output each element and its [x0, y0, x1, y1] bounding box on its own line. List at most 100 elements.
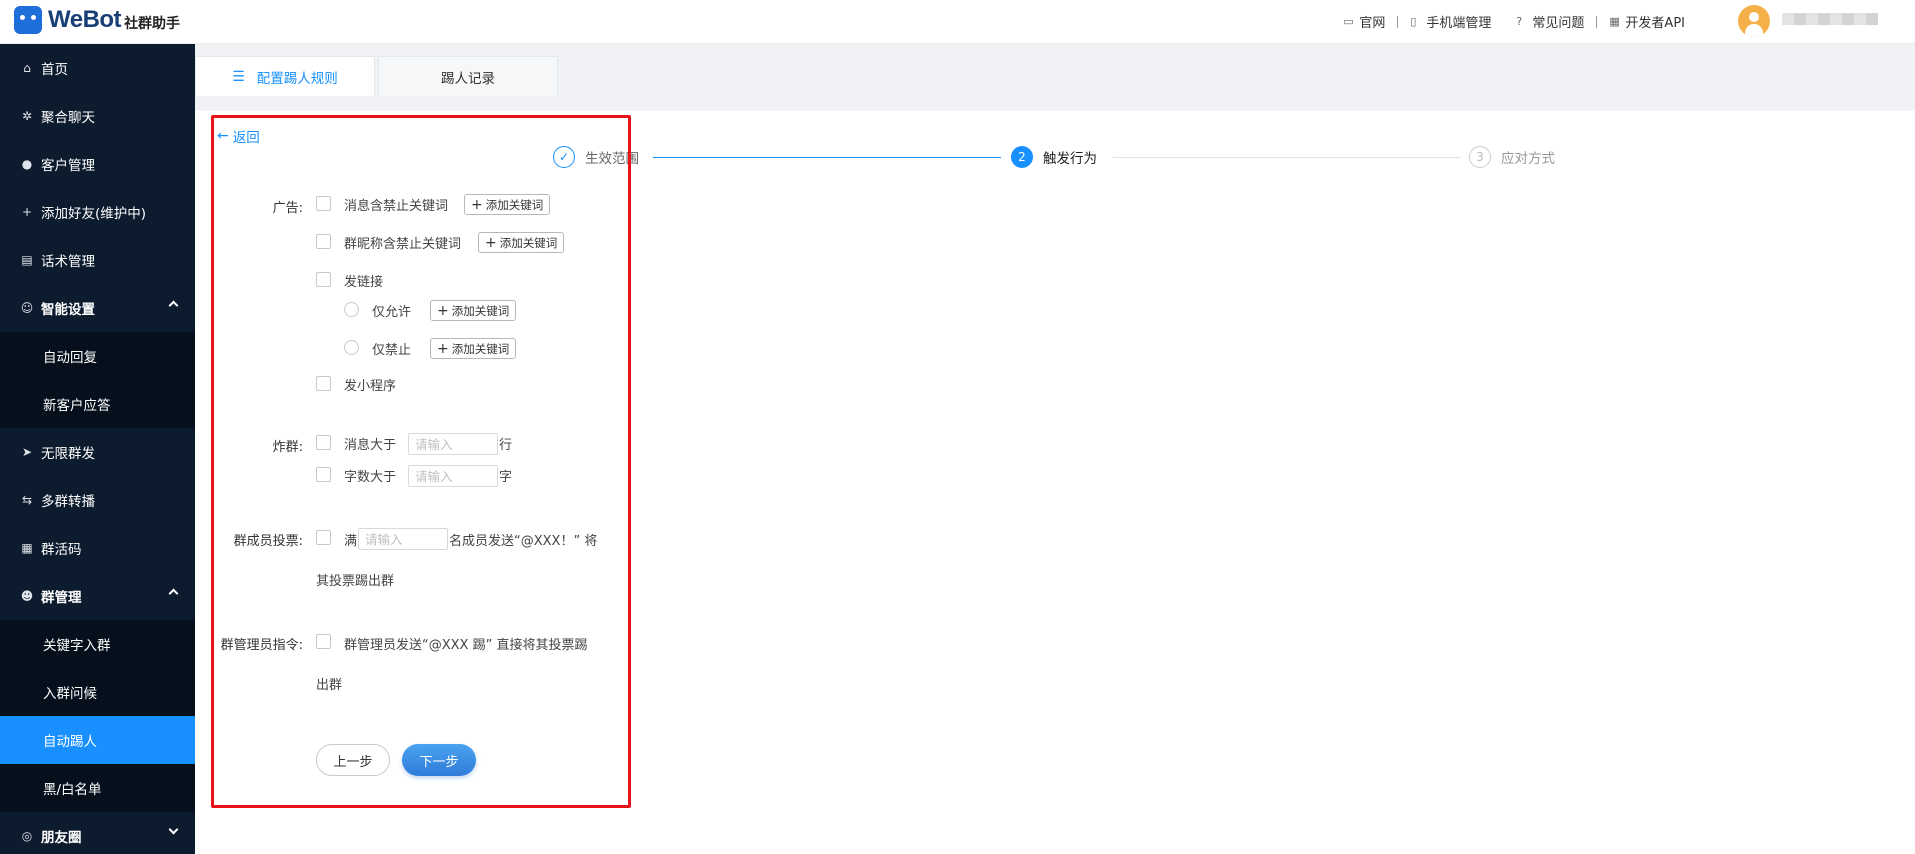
sidebar-subitem-auto-reply[interactable]: 自动回复 — [0, 332, 195, 380]
vote-prefix: 满 — [344, 534, 358, 549]
nick-keyword-text: 群昵称含禁止关键词 — [344, 237, 462, 252]
tab-bar: ☰ 配置踢人规则 踢人记录 — [195, 56, 561, 96]
step-trigger: 2 触发行为 — [1011, 146, 1097, 168]
sidebar-item-add-friend[interactable]: + 添加好友(维护中) — [0, 188, 195, 236]
button-label: 添加关键词 — [485, 197, 544, 212]
msg-lines-checkbox[interactable] — [316, 435, 331, 450]
sidebar-label: 客户管理 — [41, 158, 95, 174]
form-panel: ← 返回 ✓ 生效范围 2 触发行为 3 应对方式 广告: 消息含禁止关键词 +… — [195, 111, 1915, 854]
sidebar-label: 聚合聊天 — [41, 110, 95, 126]
robot-logo-icon — [14, 6, 42, 34]
msg-keyword-checkbox[interactable] — [316, 196, 331, 211]
prev-step-button[interactable]: 上一步 — [316, 744, 390, 776]
divider — [1596, 15, 1598, 28]
admin-command-checkbox[interactable] — [316, 634, 331, 649]
nav-faq[interactable]: ? 常见问题 — [1516, 12, 1584, 31]
add-keyword-button[interactable]: + 添加关键词 — [478, 232, 565, 253]
sidebar-subitem-blacklist[interactable]: 黑/白名单 — [0, 764, 195, 812]
vote-suffix: 名成员发送“@XXX！” 将 — [449, 534, 598, 549]
mini-program-text: 发小程序 — [344, 379, 397, 394]
logo[interactable]: WeBot 社群助手 — [14, 6, 180, 34]
sidebar-label: 群管理 — [41, 590, 82, 606]
sidebar-item-home[interactable]: ⌂ 首页 — [0, 44, 195, 92]
back-link[interactable]: ← 返回 — [217, 126, 260, 146]
sidebar-item-scripts[interactable]: ▤ 话术管理 — [0, 236, 195, 284]
msg-lines-text: 消息大于 — [344, 438, 397, 453]
back-label: 返回 — [232, 130, 260, 146]
add-keyword-button[interactable]: + 添加关键词 — [430, 300, 517, 321]
sidebar-item-group-manage[interactable]: ☻ 群管理 — [0, 572, 195, 620]
nav-label: 手机端管理 — [1426, 16, 1492, 31]
logo-text: WeBot — [48, 6, 122, 33]
button-label: 添加关键词 — [499, 235, 558, 250]
nav-label: 常见问题 — [1532, 16, 1585, 31]
plus-icon: + — [485, 234, 497, 251]
nav-official-site[interactable]: ▭ 官网 — [1343, 12, 1385, 31]
step-response: 3 应对方式 — [1469, 146, 1555, 168]
step-label: 应对方式 — [1501, 151, 1555, 167]
tab-kick-records[interactable]: 踢人记录 — [378, 56, 558, 96]
button-label: 添加关键词 — [451, 341, 510, 356]
user-avatar[interactable] — [1738, 5, 1770, 37]
sidebar-subitem-auto-kick[interactable]: 自动踢人 — [0, 716, 195, 764]
step-label: 生效范围 — [585, 151, 639, 167]
sidebar-subitem-keyword-join[interactable]: 关键字入群 — [0, 620, 195, 668]
tab-label: 踢人记录 — [441, 70, 495, 87]
chevron-up-icon — [168, 588, 179, 599]
link-checkbox[interactable] — [316, 272, 331, 287]
logo-subtitle: 社群助手 — [124, 16, 181, 32]
ad-label: 广告: — [272, 201, 303, 216]
sidebar-subitem-join-greeting[interactable]: 入群问候 — [0, 668, 195, 716]
nav-developer-api[interactable]: ▦ 开发者API — [1609, 12, 1685, 31]
sidebar-subitem-new-customer[interactable]: 新客户应答 — [0, 380, 195, 428]
admin-command-label: 群管理员指令: — [220, 638, 303, 653]
sidebar-item-moments[interactable]: ◎ 朋友圈 — [0, 812, 195, 854]
vote-count-input[interactable] — [358, 528, 448, 550]
add-keyword-button[interactable]: + 添加关键词 — [464, 194, 551, 215]
add-keyword-button[interactable]: + 添加关键词 — [430, 338, 517, 359]
step-connector — [1113, 157, 1461, 158]
mini-program-checkbox[interactable] — [316, 376, 331, 391]
sidebar-item-chat[interactable]: ✲ 聚合聊天 — [0, 92, 195, 140]
sidebar-label: 首页 — [41, 62, 68, 78]
user-icon: ● — [21, 157, 33, 171]
sidebar-item-smart-settings[interactable]: ☺ 智能设置 — [0, 284, 195, 332]
sidebar-label: 朋友圈 — [41, 830, 82, 846]
sidebar-label: 智能设置 — [41, 302, 95, 318]
vote-label: 群成员投票: — [233, 534, 303, 549]
plus-icon: + — [437, 340, 449, 357]
vote-checkbox[interactable] — [316, 530, 331, 545]
step-number: 2 — [1011, 146, 1033, 168]
nav-mobile-manage[interactable]: ▯ 手机端管理 — [1410, 12, 1491, 31]
forbid-only-radio[interactable] — [344, 340, 359, 355]
next-step-button[interactable]: 下一步 — [402, 744, 476, 776]
group-icon: ☻ — [20, 589, 34, 603]
forbid-only-text: 仅禁止 — [372, 343, 412, 358]
vote-line2: 其投票踢出群 — [316, 574, 395, 589]
sidebar-item-customers[interactable]: ● 客户管理 — [0, 140, 195, 188]
allow-only-text: 仅允许 — [372, 305, 412, 320]
plus-icon: + — [437, 302, 449, 319]
allow-only-radio[interactable] — [344, 302, 359, 317]
step-scope: ✓ 生效范围 — [553, 146, 639, 168]
button-label: 添加关键词 — [451, 303, 510, 318]
char-count-checkbox[interactable] — [316, 467, 331, 482]
step-connector — [653, 157, 1001, 158]
sidebar-label: 多群转播 — [41, 494, 95, 510]
sidebar-item-multi-forward[interactable]: ⇆ 多群转播 — [0, 476, 195, 524]
sidebar-item-mass-send[interactable]: ➤ 无限群发 — [0, 428, 195, 476]
char-count-text: 字数大于 — [344, 470, 397, 485]
script-icon: ▤ — [21, 253, 33, 267]
nav-label: 开发者API — [1625, 16, 1685, 31]
sidebar-item-group-qrcode[interactable]: ▦ 群活码 — [0, 524, 195, 572]
username-blurred[interactable] — [1782, 13, 1878, 25]
send-icon: ➤ — [21, 445, 33, 459]
help-icon: ? — [1516, 15, 1523, 28]
msg-lines-unit: 行 — [499, 438, 513, 453]
msg-lines-input[interactable] — [408, 433, 498, 455]
nick-keyword-checkbox[interactable] — [316, 234, 331, 249]
tab-kick-rules[interactable]: ☰ 配置踢人规则 — [195, 56, 375, 96]
api-icon: ▦ — [1609, 15, 1620, 28]
nav-label: 官网 — [1359, 16, 1386, 31]
char-count-input[interactable] — [408, 465, 498, 487]
